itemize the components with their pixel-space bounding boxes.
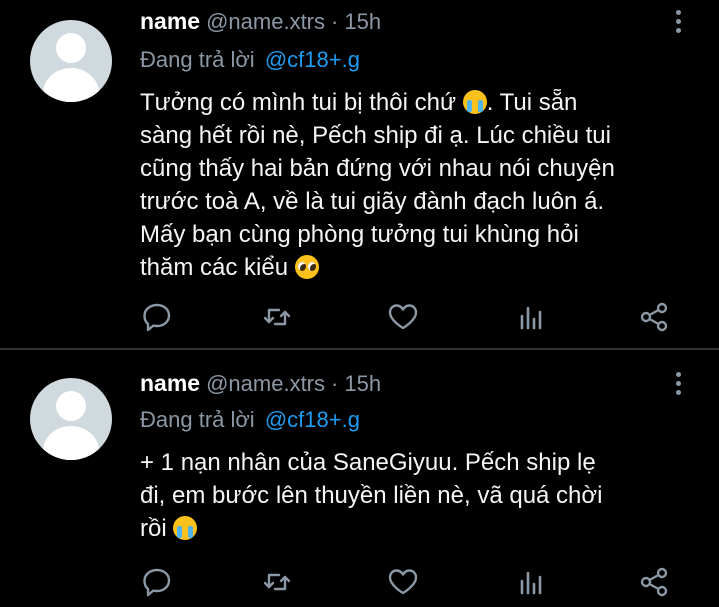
- avatar[interactable]: [30, 378, 112, 460]
- separator-dot: ·: [331, 371, 339, 396]
- pleading-face-icon: [294, 255, 319, 279]
- replying-to-mention[interactable]: @cf18+.g: [265, 47, 360, 72]
- tweet-header: name @name.xtrs · 15h: [140, 8, 381, 38]
- heart-icon[interactable]: [386, 565, 420, 599]
- tweet-header: name @name.xtrs · 15h: [140, 370, 381, 400]
- heart-icon[interactable]: [386, 300, 420, 334]
- stats-icon[interactable]: [513, 300, 547, 334]
- tweet-text-line: + 1 nạn nhân của SaneGiyuu. Pếch ship lẹ: [140, 449, 596, 476]
- avatar-body-shape: [43, 426, 99, 460]
- loudly-crying-face-icon: [173, 516, 198, 540]
- share-icon[interactable]: [637, 565, 671, 599]
- tweet-feed: name @name.xtrs · 15h Đang trả lời @cf18…: [0, 0, 719, 607]
- loudly-crying-face-icon: [462, 90, 487, 114]
- avatar-head-shape: [56, 391, 86, 421]
- text-segment: Tưởng có mình tui bị thôi chứ: [140, 89, 463, 116]
- tweet-text-line: sàng hết rồi nè, Pếch ship đi ạ. Lúc chi…: [140, 122, 611, 149]
- tweet-text-line: cũng thấy hai bản đứng với nhau nói chuy…: [140, 155, 615, 182]
- reply-icon[interactable]: [140, 565, 174, 599]
- avatar-body-shape: [43, 68, 99, 102]
- tweet[interactable]: name @name.xtrs · 15h Đang trả lời @cf18…: [0, 0, 719, 348]
- more-vertical-icon[interactable]: [670, 372, 686, 402]
- tweet-text: + 1 nạn nhân của SaneGiyuu. Pếch ship lẹ…: [140, 446, 700, 545]
- avatar-head-shape: [56, 33, 86, 63]
- tweet-actions: [140, 300, 680, 334]
- tweet-actions: [140, 565, 680, 599]
- retweet-icon[interactable]: [260, 565, 294, 599]
- tweet-text-line: Tưởng có mình tui bị thôi chứ . Tui sẵn: [140, 86, 700, 119]
- author-name[interactable]: name: [140, 370, 200, 397]
- replying-to: Đang trả lời @cf18+.g: [140, 407, 360, 433]
- author-handle[interactable]: @name.xtrs: [206, 9, 325, 35]
- tweet-text-line: rồi: [140, 512, 700, 545]
- tweet[interactable]: name @name.xtrs · 15h Đang trả lời @cf18…: [0, 350, 719, 607]
- text-segment: rồi: [140, 515, 174, 542]
- reply-icon[interactable]: [140, 300, 174, 334]
- tweet-text-line: Mấy bạn cùng phòng tưởng tui khùng hỏi: [140, 221, 579, 248]
- tweet-text-line: trước toà A, về là tui giãy đành đạch lu…: [140, 188, 605, 215]
- text-segment: . Tui sẵn: [486, 89, 578, 116]
- tweet-timestamp[interactable]: 15h: [344, 9, 381, 35]
- replying-to-mention[interactable]: @cf18+.g: [265, 407, 360, 432]
- text-segment: thăm các kiểu: [140, 254, 295, 281]
- retweet-icon[interactable]: [260, 300, 294, 334]
- tweet-timestamp[interactable]: 15h: [344, 371, 381, 397]
- separator-dot: ·: [331, 9, 339, 34]
- more-vertical-icon[interactable]: [670, 10, 686, 40]
- share-icon[interactable]: [637, 300, 671, 334]
- tweet-text-line: thăm các kiểu: [140, 251, 700, 284]
- author-handle[interactable]: @name.xtrs: [206, 371, 325, 397]
- stats-icon[interactable]: [513, 565, 547, 599]
- replying-to-label: Đang trả lời: [140, 47, 255, 72]
- author-name[interactable]: name: [140, 8, 200, 35]
- tweet-text-line: đi, em bước lên thuyền liền nè, vã quá c…: [140, 482, 603, 509]
- tweet-text: Tưởng có mình tui bị thôi chứ . Tui sẵn …: [140, 86, 700, 284]
- replying-to-label: Đang trả lời: [140, 407, 255, 432]
- avatar[interactable]: [30, 20, 112, 102]
- replying-to: Đang trả lời @cf18+.g: [140, 47, 360, 73]
